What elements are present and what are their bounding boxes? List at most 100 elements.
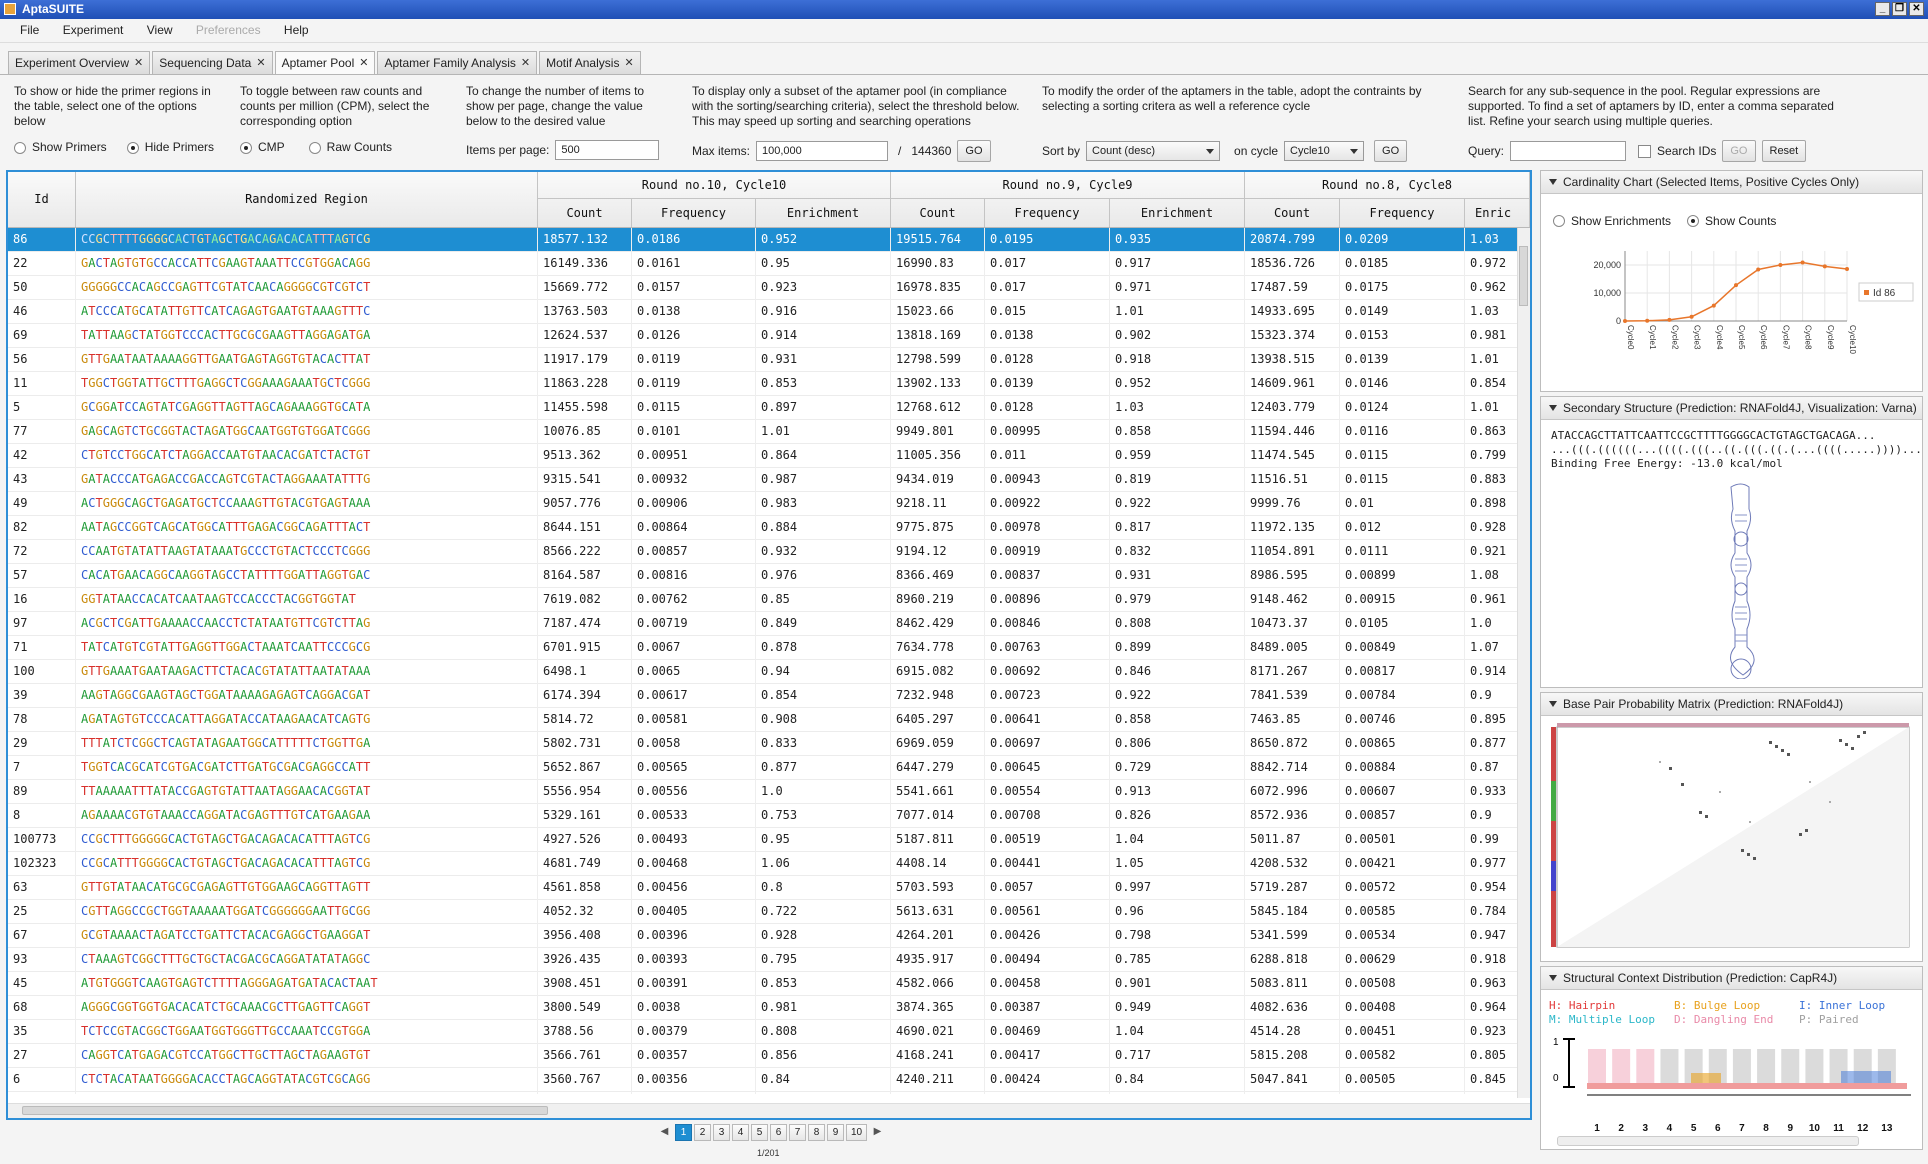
page-3[interactable]: 3 bbox=[713, 1124, 730, 1141]
context-scrollbar[interactable] bbox=[1557, 1136, 1859, 1146]
col-randomized-region[interactable]: Randomized Region bbox=[76, 172, 538, 227]
sort-go-button[interactable]: GO bbox=[1374, 140, 1408, 162]
table-row[interactable]: 46 ATCCCATGCATATTGTTCATCAGAGTGAATGTAAAGTT… bbox=[8, 300, 1518, 324]
horizontal-scrollbar[interactable] bbox=[8, 1103, 1530, 1118]
col-count-r10[interactable]: Count bbox=[538, 199, 632, 227]
scrollbar-thumb[interactable] bbox=[1519, 246, 1528, 306]
table-row[interactable]: 78 AGATAGTGTCCCACATTAGGATACCATAAGAACATCAG… bbox=[8, 708, 1518, 732]
show-counts-radio[interactable] bbox=[1687, 215, 1700, 227]
items-per-page-input[interactable]: 500 bbox=[555, 140, 660, 160]
col-enrichment-r9[interactable]: Enrichment bbox=[1110, 199, 1245, 227]
col-enrichment-r10[interactable]: Enrichment bbox=[756, 199, 891, 227]
table-row[interactable]: 100773 CCGCTTTGGGGGCACTGTAGCTGACAGACACATT… bbox=[8, 828, 1518, 852]
tab-sequencing-data[interactable]: Sequencing Data ✕ bbox=[152, 51, 273, 74]
page-2[interactable]: 2 bbox=[694, 1124, 711, 1141]
table-row[interactable]: 35 TCTCCGTACGGCTGGAATGGTGGGTTGCCAAATCCGTG… bbox=[8, 1020, 1518, 1044]
menu-file[interactable]: File bbox=[0, 19, 49, 42]
table-row[interactable]: 93 CTAAAGTCGGCTTTGCTGCTACGACGCAGGATATATAG… bbox=[8, 948, 1518, 972]
table-row[interactable]: 60GGTGTACTGACGACAATTTTATGCGGGCAGGCAAGTCG… bbox=[8, 1092, 1518, 1094]
table-row[interactable]: 86 CCGCTTTTGGGGCACTGTAGCTGACAGACACATTTAGT… bbox=[8, 228, 1518, 252]
max-items-go-button[interactable]: GO bbox=[957, 140, 991, 162]
hide-primers-radio[interactable] bbox=[126, 141, 139, 154]
table-row[interactable]: 63 GTTGTATAACATGCGCGAGAGTTGTGGAAGCAGGTTAG… bbox=[8, 876, 1518, 900]
table-row[interactable]: 97 ACGCTCGATTGAAAACCAACCTCTATAATGTTCGTCTT… bbox=[8, 612, 1518, 636]
table-row[interactable]: 67 GCGTAAAACTAGATCCTGATTCTACACGAGGCTGAAGG… bbox=[8, 924, 1518, 948]
show-enrichments-radio[interactable] bbox=[1553, 215, 1565, 227]
max-items-input[interactable]: 100,000 bbox=[756, 141, 889, 161]
page-7[interactable]: 7 bbox=[789, 1124, 806, 1141]
context-header[interactable]: Structural Context Distribution (Predict… bbox=[1541, 967, 1922, 990]
table-row[interactable]: 77 GAGCAGTCTGCGGTACTAGATGGCAATGGTGTGGATCG… bbox=[8, 420, 1518, 444]
cardinality-header[interactable]: Cardinality Chart (Selected Items, Posit… bbox=[1541, 171, 1922, 194]
table-row[interactable]: 39 AAGTAGGCGAAGTAGCTGGATAAAAGAGAGTCAGGACG… bbox=[8, 684, 1518, 708]
tab-aptamer-family-analysis[interactable]: Aptamer Family Analysis ✕ bbox=[377, 51, 538, 74]
vertical-scrollbar[interactable] bbox=[1517, 228, 1530, 1098]
menu-help[interactable]: Help bbox=[274, 19, 319, 42]
table-row[interactable]: 16 GGTATAACCACATCAATAAGTCCACCCTACGGTGGTAT… bbox=[8, 588, 1518, 612]
secondary-structure-header[interactable]: Secondary Structure (Prediction: RNAFold… bbox=[1541, 397, 1922, 420]
col-frequency-r9[interactable]: Frequency bbox=[985, 199, 1110, 227]
bpp-header[interactable]: Base Pair Probability Matrix (Prediction… bbox=[1541, 693, 1922, 716]
table-row[interactable]: 56 GTTGAATAATAAAAGGTTGAATGAGTAGGTGTACACTT… bbox=[8, 348, 1518, 372]
table-row[interactable]: 69 TATTAAGCTATGGTCCCACTTGCGCGAAGTTAGGAGAT… bbox=[8, 324, 1518, 348]
page-8[interactable]: 8 bbox=[808, 1124, 825, 1141]
close-icon[interactable]: ✕ bbox=[256, 52, 265, 74]
sort-by-select[interactable]: Count (desc) bbox=[1086, 141, 1221, 161]
close-icon[interactable]: ✕ bbox=[521, 52, 530, 74]
table-row[interactable]: 50 GGGGGCCACAGCCGAGTTCGTATCAACAGGGGCGTCGT… bbox=[8, 276, 1518, 300]
cmp-radio[interactable] bbox=[240, 141, 252, 154]
table-row[interactable]: 72 CCAATGTATATTAAGTATAAATGCCCTGTACTCCCTCG… bbox=[8, 540, 1518, 564]
table-row[interactable]: 43 GATACCCATGAGACCGACCAGTCGTACTAGGAAATATT… bbox=[8, 468, 1518, 492]
cycle-select[interactable]: Cycle10 bbox=[1284, 141, 1365, 161]
next-page-icon[interactable]: ▶ bbox=[869, 1124, 886, 1141]
tab-motif-analysis[interactable]: Motif Analysis ✕ bbox=[539, 51, 641, 74]
query-input[interactable] bbox=[1510, 141, 1627, 161]
table-row[interactable]: 57 CACATGAACAGGCAAGGTAGCCTATTTTGGATTAGGTG… bbox=[8, 564, 1518, 588]
table-row[interactable]: 11 TGGCTGGTATTGCTTTGAGGCTCGGAAAGAAATGCTCG… bbox=[8, 372, 1518, 396]
table-row[interactable]: 68 AGGGCGGTGGTGACACATCTGCAAACGCTTGAGTTCAG… bbox=[8, 996, 1518, 1020]
table-row[interactable]: 42 CTGTCCTGGCATCTAGGACCAATGTAACACGATCTACT… bbox=[8, 444, 1518, 468]
table-row[interactable]: 27 CAGGTCATGAGACGTCCATGGCTTGCTTAGCTAGAAGT… bbox=[8, 1044, 1518, 1068]
table-row[interactable]: 71 TATCATGTCGTATTGAGGTTGGACTAAATCAATTCCCG… bbox=[8, 636, 1518, 660]
table-row[interactable]: 82 AATAGCCGGTCAGCATGGCATTTGAGACGGCAGATTTA… bbox=[8, 516, 1518, 540]
page-6[interactable]: 6 bbox=[770, 1124, 787, 1141]
col-frequency-r8[interactable]: Frequency bbox=[1340, 199, 1465, 227]
col-enrichment-r8[interactable]: Enric bbox=[1465, 199, 1530, 227]
table-row[interactable]: 100 GTTGAAATGAATAAGACTTCTACACGTATATTAATAT… bbox=[8, 660, 1518, 684]
page-10[interactable]: 10 bbox=[846, 1124, 867, 1141]
table-row[interactable]: 89 TTAAAAATTTATACCGAGTGTATTAATAGGAACACGGT… bbox=[8, 780, 1518, 804]
show-primers-radio[interactable] bbox=[14, 141, 26, 154]
tab-aptamer-pool[interactable]: Aptamer Pool ✕ bbox=[274, 51, 376, 74]
table-row[interactable]: 25 CGTTAGGCCGCTGGTAAAAATGGATCGGGGGGAATTGC… bbox=[8, 900, 1518, 924]
table-row[interactable]: 6 CTCTACATAATGGGGACACCTAGCAGGTATACGTCGCAG… bbox=[8, 1068, 1518, 1092]
menu-view[interactable]: View bbox=[137, 19, 183, 42]
scrollbar-thumb[interactable] bbox=[22, 1106, 548, 1115]
tab-experiment-overview[interactable]: Experiment Overview ✕ bbox=[8, 51, 151, 74]
page-4[interactable]: 4 bbox=[732, 1124, 749, 1141]
col-id[interactable]: Id bbox=[8, 172, 76, 227]
close-icon[interactable]: ✕ bbox=[134, 52, 143, 74]
page-1[interactable]: 1 bbox=[675, 1124, 692, 1141]
close-icon[interactable]: ✕ bbox=[624, 52, 633, 74]
page-5[interactable]: 5 bbox=[751, 1124, 768, 1141]
prev-page-icon[interactable]: ◀ bbox=[656, 1124, 673, 1141]
search-ids-checkbox[interactable] bbox=[1638, 144, 1652, 158]
table-row[interactable]: 8 AGAAAACGTGTAAACCAGGATACGAGTTTGTCATGAAGA… bbox=[8, 804, 1518, 828]
table-row[interactable]: 49 ACTGGGCAGCTGAGATGCTCCAAAGTTGTACGTGAGTA… bbox=[8, 492, 1518, 516]
close-icon[interactable]: ✕ bbox=[1909, 2, 1924, 16]
table-row[interactable]: 7 TGGTCACGCATCGTGACGATCTTGATGCGACGAGGCCAT… bbox=[8, 756, 1518, 780]
page-9[interactable]: 9 bbox=[827, 1124, 844, 1141]
raw-counts-radio[interactable] bbox=[308, 141, 321, 154]
table-row[interactable]: 5 GCGGATCCAGTATCGAGGTTAGTTAGCAGAAAGGTGCAT… bbox=[8, 396, 1518, 420]
table-row[interactable]: 102323 CCGCATTTGGGGCACTGTAGCTGACAGACACATT… bbox=[8, 852, 1518, 876]
menu-experiment[interactable]: Experiment bbox=[53, 19, 134, 42]
restore-icon[interactable]: ❐ bbox=[1892, 2, 1907, 16]
col-frequency-r10[interactable]: Frequency bbox=[632, 199, 756, 227]
col-count-r8[interactable]: Count bbox=[1245, 199, 1340, 227]
col-count-r9[interactable]: Count bbox=[891, 199, 985, 227]
minimize-icon[interactable]: _ bbox=[1875, 2, 1890, 16]
table-row[interactable]: 29 TTTATCTCGGCTCAGTATAGAATGGCATTTTTCTGGTT… bbox=[8, 732, 1518, 756]
table-row[interactable]: 45 ATGTGGGTCAAGTGAGTCTTTTAGGGAGATGATACACT… bbox=[8, 972, 1518, 996]
table-row[interactable]: 22 GACTAGTGTGCCACCATTCGAAGTAAATTCCGTGGACA… bbox=[8, 252, 1518, 276]
reset-button[interactable]: Reset bbox=[1761, 140, 1807, 162]
